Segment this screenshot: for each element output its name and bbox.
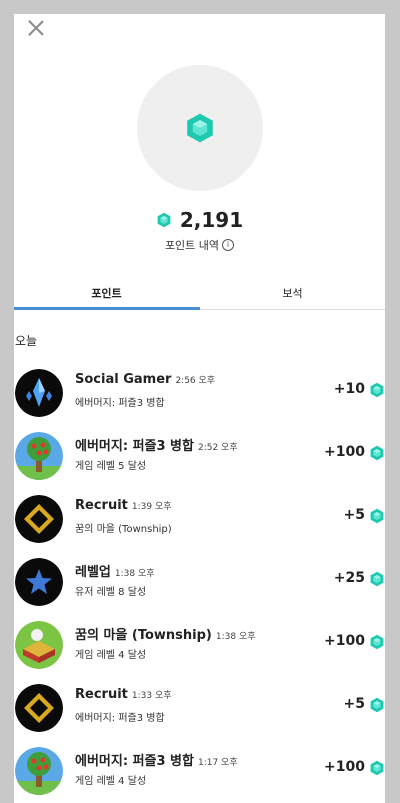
- row-amount: +5: [343, 696, 365, 712]
- row-title: 레벨업 1:38 오후: [75, 565, 155, 580]
- points-panel: 2,191 포인트 내역 i 포인트 보석 오늘 Social Gamer 2:56…: [14, 14, 385, 803]
- tab-gems[interactable]: 보석: [200, 282, 385, 310]
- gem-icon: [369, 382, 385, 398]
- row-amount: +100: [324, 633, 365, 649]
- gem-icon: [369, 634, 385, 650]
- tree-icon: [15, 432, 63, 480]
- star-icon: [15, 558, 63, 606]
- row-subtitle: 에버머지: 퍼즐3 병합: [75, 713, 165, 724]
- tree-icon: [15, 747, 63, 795]
- row-title: 에버머지: 퍼즐3 병합 1:17 오후: [75, 754, 238, 769]
- row-subtitle: 게임 레벨 4 달성: [75, 776, 147, 787]
- gem-icon: [369, 697, 385, 713]
- gem-badge: [137, 65, 263, 191]
- row-subtitle: 꿈의 마을 (Township): [75, 524, 172, 535]
- row-amount: +10: [333, 381, 365, 397]
- gem-icon: [369, 571, 385, 587]
- history-row[interactable]: 레벨업 1:38 오후 유저 레벨 8 달성 +25: [14, 558, 385, 610]
- tab-bar: 포인트 보석: [14, 282, 385, 310]
- crystal-icon: [15, 369, 63, 417]
- badge-icon: [15, 495, 63, 543]
- row-amount: +25: [333, 570, 365, 586]
- history-row[interactable]: 꿈의 마을 (Township) 1:38 오후 게임 레벨 4 달성 +100: [14, 621, 385, 673]
- gem-icon: [369, 445, 385, 461]
- row-title: Social Gamer 2:56 오후: [75, 372, 216, 387]
- history-row[interactable]: 에버머지: 퍼즐3 병합 2:52 오후 게임 레벨 5 달성 +100: [14, 432, 385, 484]
- row-subtitle: 게임 레벨 5 달성: [75, 461, 147, 472]
- township-icon: [15, 621, 63, 669]
- history-row[interactable]: 에버머지: 퍼즐3 병합 1:17 오후 게임 레벨 4 달성 +100: [14, 747, 385, 799]
- info-icon[interactable]: i: [222, 239, 235, 251]
- row-amount: +100: [324, 759, 365, 775]
- row-title: Recruit 1:33 오후: [75, 687, 172, 702]
- point-history-label: 포인트 내역: [164, 239, 220, 252]
- badge-icon: [15, 684, 63, 732]
- row-title: 에버머지: 퍼즐3 병합 2:52 오후: [75, 439, 238, 454]
- point-history-link[interactable]: 포인트 내역 i: [14, 237, 385, 253]
- close-icon[interactable]: [26, 18, 46, 38]
- gem-icon: [369, 760, 385, 776]
- section-header-today: 오늘: [15, 334, 38, 348]
- row-subtitle: 게임 레벨 4 달성: [75, 650, 147, 661]
- tab-points[interactable]: 포인트: [14, 282, 199, 310]
- history-row[interactable]: Social Gamer 2:56 오후 에버머지: 퍼즐3 병합 +10: [14, 369, 385, 421]
- row-subtitle: 에버머지: 퍼즐3 병합: [75, 398, 165, 409]
- row-amount: +5: [343, 507, 365, 523]
- row-amount: +100: [324, 444, 365, 460]
- balance-value: 2,191: [179, 208, 244, 232]
- row-subtitle: 유저 레벨 8 달성: [75, 587, 147, 598]
- point-balance: 2,191: [14, 208, 385, 232]
- gem-icon: [369, 508, 385, 524]
- history-row[interactable]: Recruit 1:39 오후 꿈의 마을 (Township) +5: [14, 495, 385, 547]
- row-title: Recruit 1:39 오후: [75, 498, 172, 513]
- gem-icon: [184, 112, 216, 144]
- gem-icon: [156, 212, 172, 228]
- row-title: 꿈의 마을 (Township) 1:38 오후: [75, 628, 256, 643]
- tab-active-indicator: [14, 307, 200, 310]
- history-row[interactable]: Recruit 1:33 오후 에버머지: 퍼즐3 병합 +5: [14, 684, 385, 736]
